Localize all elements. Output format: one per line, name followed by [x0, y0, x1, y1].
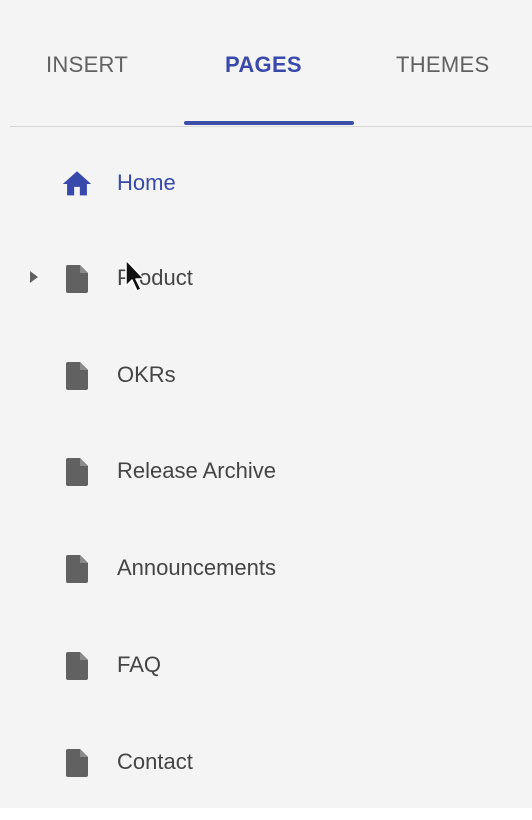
expand-arrow-icon[interactable]: [28, 269, 40, 285]
active-tab-indicator: [184, 121, 354, 125]
page-item-label: Announcements: [117, 555, 276, 580]
page-item-label: Contact: [117, 749, 193, 774]
document-icon: [66, 458, 88, 486]
page-item-contact[interactable]: Contact: [0, 731, 532, 791]
pages-panel: INSERT PAGES THEMES Home Product OKRs Re…: [0, 0, 532, 808]
page-item-okrs[interactable]: OKRs: [0, 344, 532, 404]
page-item-label: Release Archive: [117, 458, 276, 483]
page-item-announcements[interactable]: Announcements: [0, 537, 532, 597]
tab-bar: INSERT PAGES THEMES: [0, 0, 532, 127]
tab-pages[interactable]: PAGES: [225, 52, 302, 82]
page-item-product[interactable]: Product: [0, 247, 532, 307]
page-item-faq[interactable]: FAQ: [0, 634, 532, 694]
page-item-label: OKRs: [117, 362, 176, 387]
page-item-label: Home: [117, 170, 176, 195]
tab-themes[interactable]: THEMES: [396, 52, 489, 82]
document-icon: [66, 265, 88, 293]
page-item-home[interactable]: Home: [0, 152, 532, 212]
document-icon: [66, 749, 88, 777]
document-icon: [66, 555, 88, 583]
tab-divider: [10, 126, 532, 127]
tab-insert[interactable]: INSERT: [46, 52, 128, 82]
document-icon: [66, 652, 88, 680]
home-icon: [62, 171, 92, 196]
page-item-release-archive[interactable]: Release Archive: [0, 440, 532, 500]
document-icon: [66, 362, 88, 390]
page-item-label: Product: [117, 265, 193, 290]
page-item-label: FAQ: [117, 652, 162, 677]
